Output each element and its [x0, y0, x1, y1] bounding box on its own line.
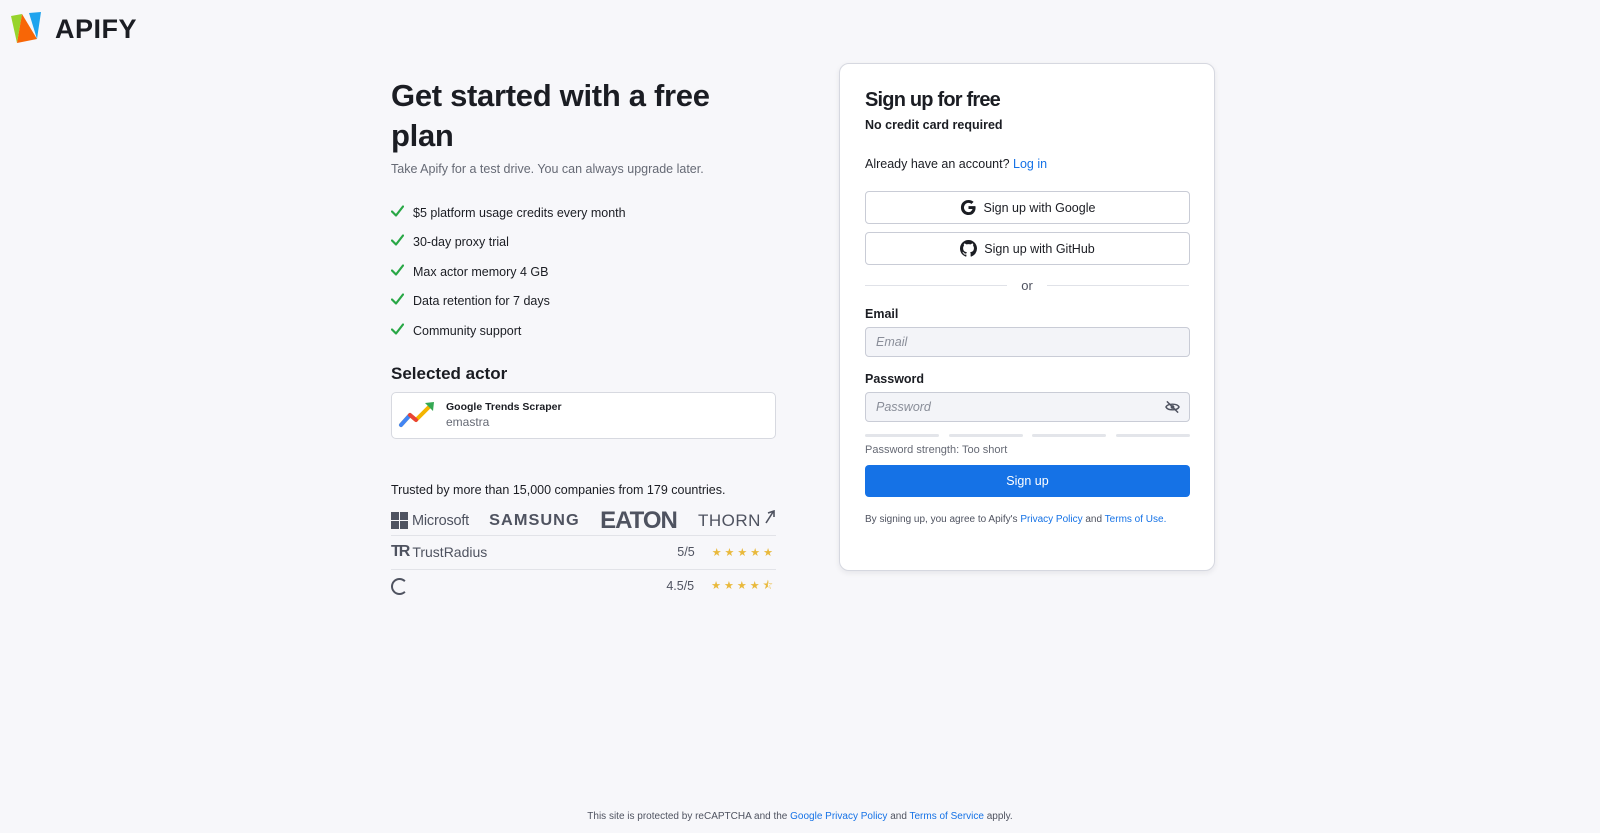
star-rating-icon: ★★★★★: [711, 546, 776, 559]
recaptcha-footer: This site is protected by reCAPTCHA and …: [0, 811, 1600, 822]
feature-item: 30-day proxy trial: [391, 228, 776, 258]
feature-item: Data retention for 7 days: [391, 287, 776, 317]
feature-text: Community support: [413, 323, 522, 338]
github-button-label: Sign up with GitHub: [984, 241, 1095, 256]
brand-name: APIFY: [55, 13, 138, 44]
email-label: Email: [865, 307, 899, 321]
thorn-wordmark: THORN: [698, 510, 761, 530]
google-signup-button[interactable]: Sign up with Google: [865, 191, 1190, 224]
strength-bar: [1032, 434, 1107, 437]
feature-item: Max actor memory 4 GB: [391, 257, 776, 287]
strength-bar: [1115, 434, 1190, 437]
samsung-logo: SAMSUNG: [489, 511, 580, 529]
google-icon: [960, 199, 976, 216]
thorn-arrow-icon: [765, 509, 775, 523]
password-strength-text: Password strength: Too short: [865, 444, 1008, 456]
trustradius-mark-icon: TR: [391, 543, 410, 560]
terms-prefix: By signing up, you agree to Apify's: [865, 514, 1018, 525]
check-icon: [391, 205, 404, 217]
microsoft-grid-icon: [391, 512, 408, 529]
divider-line: [865, 284, 1008, 286]
signup-subtitle: No credit card required: [865, 118, 1003, 132]
terms-of-use-link[interactable]: Terms of Use.: [1105, 514, 1167, 525]
trustradius-wordmark: TrustRadius: [412, 544, 488, 560]
footer-suffix: apply.: [986, 811, 1013, 822]
apify-logo[interactable]: APIFY: [10, 12, 137, 46]
page-subtitle: Take Apify for a test drive. You can alw…: [391, 162, 704, 176]
google-privacy-link[interactable]: Google Privacy Policy: [790, 811, 887, 822]
check-icon: [391, 264, 404, 276]
selected-actor-card[interactable]: Google Trends Scraper emastra: [391, 391, 776, 439]
or-text: or: [1021, 277, 1033, 293]
apify-logo-icon: [11, 12, 41, 43]
trend-arrow-icon: [399, 402, 434, 427]
password-label: Password: [865, 372, 925, 386]
thorn-logo: THORN: [698, 509, 776, 531]
eye-off-icon[interactable]: [1165, 400, 1180, 414]
github-icon: [960, 240, 978, 257]
g2-logo-icon: [391, 577, 408, 595]
company-logos: Microsoft SAMSUNG EATON THORN: [391, 507, 776, 535]
signup-card: Sign up for free No credit card required…: [839, 63, 1215, 571]
have-account-text: Already have an account? Log in: [865, 157, 1189, 171]
page-title: Get started with a free plan: [391, 78, 710, 153]
terms-and: and: [1085, 514, 1103, 525]
password-field-wrap: [865, 392, 1190, 422]
actor-name: Google Trends Scraper: [446, 401, 562, 413]
login-link[interactable]: Log in: [1013, 157, 1047, 171]
rating-score: 5/5: [677, 545, 695, 559]
email-field-wrap: [865, 327, 1190, 357]
trusted-by-text: Trusted by more than 15,000 companies fr…: [391, 482, 726, 497]
footer-prefix: This site is protected by reCAPTCHA and …: [587, 811, 788, 822]
feature-text: $5 platform usage credits every month: [413, 205, 626, 220]
check-icon: [391, 323, 404, 335]
password-input[interactable]: [865, 392, 1190, 422]
strength-bar: [948, 434, 1023, 437]
signup-title: Sign up for free: [865, 89, 1001, 111]
selected-actor-heading: Selected actor: [391, 363, 508, 383]
password-strength-meter: [865, 434, 1190, 437]
feature-text: Data retention for 7 days: [413, 294, 550, 309]
rating-score: 4.5/5: [666, 579, 695, 593]
check-icon: [391, 234, 404, 246]
feature-list: $5 platform usage credits every month 30…: [391, 198, 776, 346]
have-account-label: Already have an account?: [865, 157, 1010, 171]
privacy-policy-link[interactable]: Privacy Policy: [1020, 514, 1082, 525]
check-icon: [391, 293, 404, 305]
feature-text: Max actor memory 4 GB: [413, 264, 549, 279]
footer-and: and: [890, 811, 907, 822]
signup-button[interactable]: Sign up: [865, 465, 1190, 497]
rating-row-g2: 4.5/5 ★★★★⯪: [391, 568, 776, 603]
eaton-logo: EATON: [600, 506, 678, 534]
strength-bar: [865, 434, 939, 437]
g2-logo: [391, 577, 408, 595]
microsoft-logo: Microsoft: [391, 512, 469, 529]
feature-text: 30-day proxy trial: [413, 235, 509, 250]
plan-info: Get started with a free plan Take Apify …: [391, 76, 776, 603]
google-button-label: Sign up with Google: [983, 200, 1096, 215]
email-input[interactable]: [865, 327, 1190, 357]
feature-item: $5 platform usage credits every month: [391, 198, 776, 228]
trustradius-logo: TR TrustRadius: [391, 543, 487, 561]
terms-of-service-link[interactable]: Terms of Service: [910, 811, 984, 822]
star-rating-icon: ★★★★⯪: [711, 579, 776, 592]
divider-line: [1046, 284, 1189, 286]
microsoft-wordmark: Microsoft: [412, 512, 470, 529]
actor-author: emastra: [446, 415, 490, 429]
github-signup-button[interactable]: Sign up with GitHub: [865, 232, 1190, 265]
feature-item: Community support: [391, 316, 776, 346]
or-divider: or: [865, 275, 1189, 295]
rating-row-trustradius: TR TrustRadius 5/5 ★★★★★: [391, 534, 776, 569]
terms-text: By signing up, you agree to Apify's Priv…: [865, 514, 1189, 525]
